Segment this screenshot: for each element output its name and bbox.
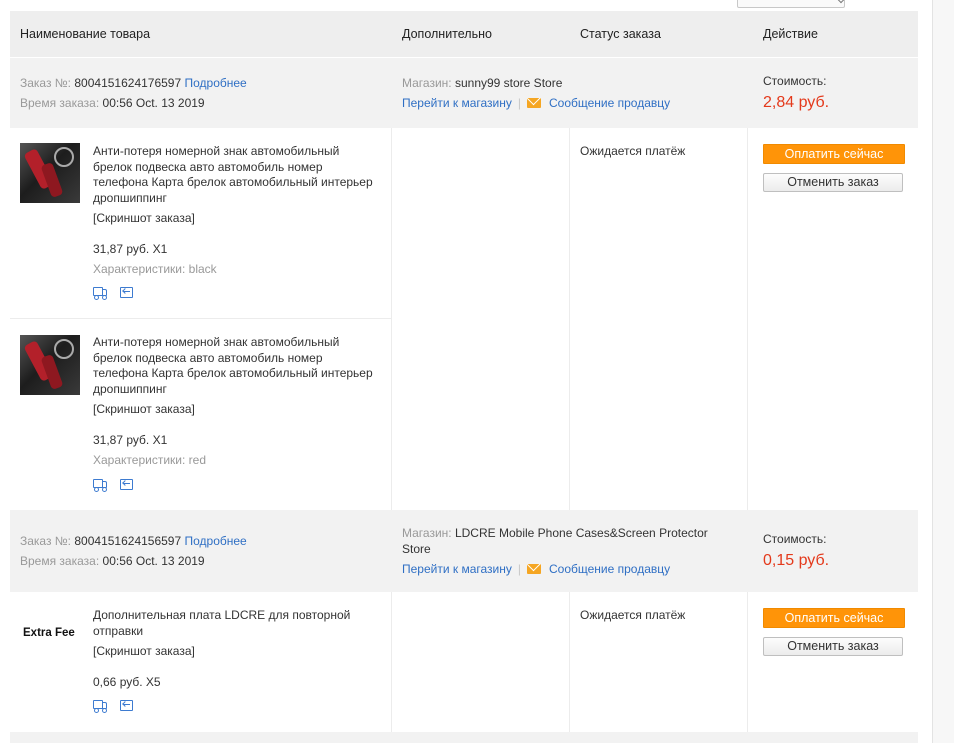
item-actions (93, 699, 144, 713)
product-thumbnail[interactable]: Extra Fee (20, 605, 80, 665)
go-to-store-link[interactable]: Перейти к магазину (402, 562, 512, 576)
store-links-row: Перейти к магазину | Сообщение продавцу (402, 562, 671, 576)
order-body: Анти-потеря номерной знак автомобильный … (10, 128, 918, 510)
store-label: Магазин: (402, 76, 452, 90)
store-row: Магазин: LDCRE Mobile Phone Cases&Screen… (402, 525, 708, 541)
characteristics: Характеристики: red (93, 453, 206, 467)
sort-select[interactable] (737, 0, 845, 8)
store-label: Магазин: (402, 526, 452, 540)
characteristics-value: black (188, 262, 217, 276)
order-number-label: Заказ №: (20, 76, 72, 90)
column-header-extra: Дополнительно (402, 27, 492, 41)
order-status: Ожидается платёж (580, 144, 686, 158)
order-time: 00:56 Oct. 13 2019 (102, 96, 205, 110)
item-actions (93, 478, 144, 492)
column-header-action: Действие (763, 27, 818, 41)
screenshot-link[interactable]: [Скриншот заказа] (93, 402, 195, 416)
order-header: Заказ №: 8004151624156597 Подробнее Врем… (10, 510, 918, 592)
order-time-label: Время заказа: (20, 554, 100, 568)
order-time: 00:56 Oct. 13 2019 (102, 554, 205, 568)
return-icon[interactable] (120, 286, 134, 298)
scrollbar[interactable] (932, 0, 954, 743)
order-cost: 0,15 руб. (763, 552, 830, 569)
column-header-product: Наименование товара (20, 27, 151, 41)
order-cost: 2,84 руб. (763, 94, 830, 111)
truck-icon[interactable] (93, 286, 107, 300)
store-name: LDCRE Mobile Phone Cases&Screen Protecto… (454, 526, 708, 540)
order-time-row: Время заказа: 00:56 Oct. 13 2019 (20, 553, 205, 569)
cancel-order-button[interactable]: Отменить заказ (763, 637, 903, 656)
order-number: 8004151624156597 (74, 534, 182, 548)
characteristics-label: Характеристики: (93, 262, 186, 276)
table-header: Наименование товара Дополнительно Статус… (10, 11, 918, 57)
item-actions (93, 286, 144, 300)
cost-label: Стоимость: (763, 74, 827, 88)
order-number-row: Заказ №: 8004151624176597 Подробнее (20, 75, 247, 91)
truck-icon[interactable] (93, 699, 107, 713)
screenshot-link[interactable]: [Скриншот заказа] (93, 211, 195, 225)
pay-now-button[interactable]: Оплатить сейчас (763, 144, 905, 164)
store-links-row: Перейти к магазину | Сообщение продавцу (402, 96, 671, 110)
characteristics-label: Характеристики: (93, 453, 186, 467)
order-number-label: Заказ №: (20, 534, 72, 548)
order-time-row: Время заказа: 00:56 Oct. 13 2019 (20, 95, 205, 111)
price-quantity: 0,66 руб. X5 (93, 675, 161, 689)
pay-now-button[interactable]: Оплатить сейчас (763, 608, 905, 628)
return-icon[interactable] (120, 699, 134, 711)
characteristics-value: red (188, 453, 206, 467)
return-icon[interactable] (120, 478, 134, 490)
product-title-link[interactable]: Анти-потеря номерной знак автомобильный … (93, 335, 373, 397)
truck-icon[interactable] (93, 478, 107, 492)
order-number-row: Заказ №: 8004151624156597 Подробнее (20, 533, 247, 549)
message-seller-link[interactable]: Сообщение продавцу (549, 96, 670, 110)
price-quantity: 31,87 руб. X1 (93, 433, 168, 447)
cost-label: Стоимость: (763, 532, 827, 546)
store-row: Магазин: sunny99 store Store (402, 75, 562, 91)
order-time-label: Время заказа: (20, 96, 100, 110)
product-title-link[interactable]: Дополнительная плата LDCRE для повторной… (93, 608, 373, 639)
column-header-status: Статус заказа (580, 27, 661, 41)
order-body: Extra Fee Дополнительная плата LDCRE для… (10, 592, 918, 732)
order-number: 8004151624176597 (74, 76, 182, 90)
order-status: Ожидается платёж (580, 608, 686, 622)
store-name: sunny99 store Store (454, 76, 563, 90)
product-thumbnail[interactable] (20, 143, 80, 203)
price-quantity: 31,87 руб. X1 (93, 242, 168, 256)
order-header (10, 732, 918, 743)
go-to-store-link[interactable]: Перейти к магазину (402, 96, 512, 110)
envelope-icon (527, 98, 541, 108)
product-thumbnail[interactable] (20, 335, 80, 395)
order-details-link[interactable]: Подробнее (185, 534, 247, 548)
order-header: Заказ №: 8004151624176597 Подробнее Врем… (10, 58, 918, 128)
top-toolbar-fragment (0, 0, 954, 11)
screenshot-link[interactable]: [Скриншот заказа] (93, 644, 195, 658)
order-details-link[interactable]: Подробнее (185, 76, 247, 90)
product-title-link[interactable]: Анти-потеря номерной знак автомобильный … (93, 144, 373, 206)
extra-fee-logo: Extra Fee (23, 627, 75, 639)
cancel-order-button[interactable]: Отменить заказ (763, 173, 903, 192)
characteristics: Характеристики: black (93, 262, 217, 276)
store-name-continued: Store (402, 542, 431, 556)
envelope-icon (527, 564, 541, 574)
orders-table: Наименование товара Дополнительно Статус… (10, 11, 918, 743)
message-seller-link[interactable]: Сообщение продавцу (549, 562, 670, 576)
